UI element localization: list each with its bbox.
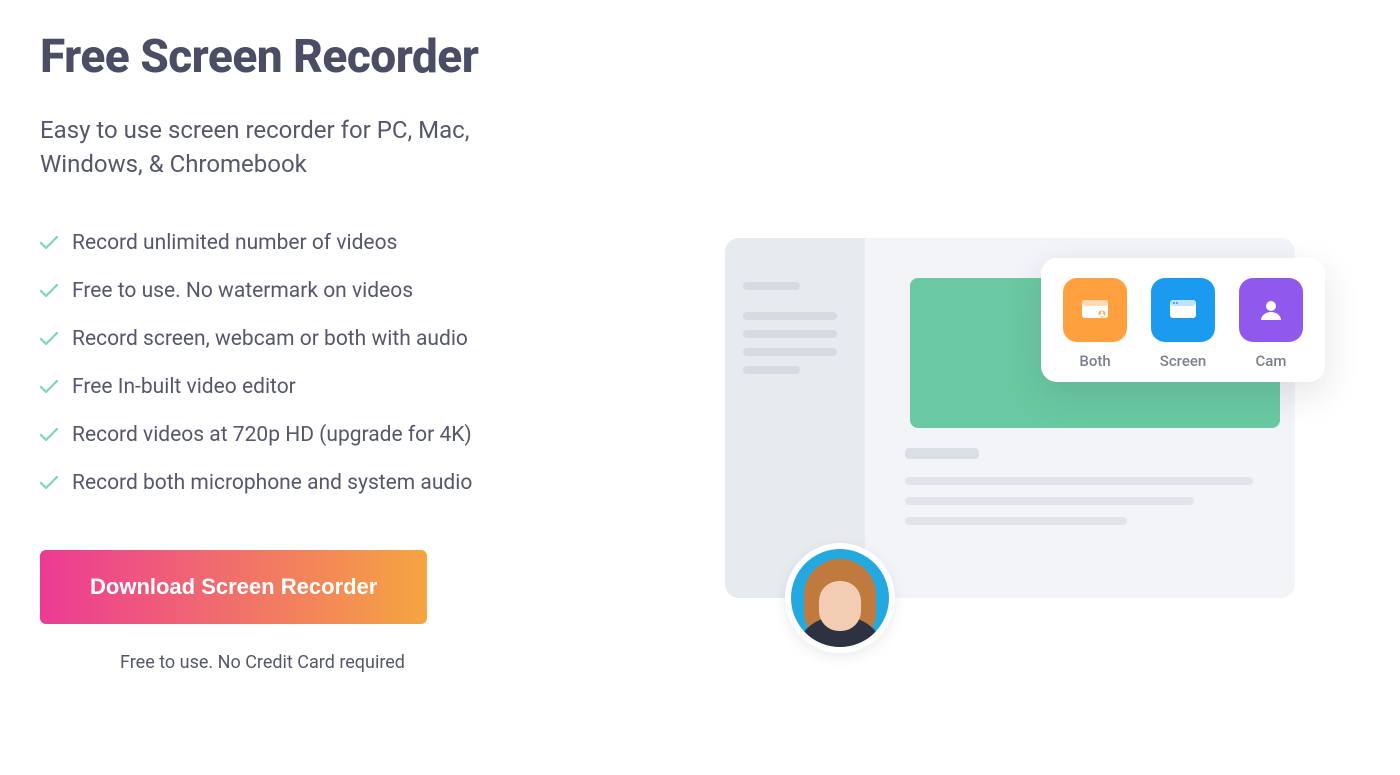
feature-text: Record both microphone and system audio <box>72 471 472 495</box>
placeholder-line <box>905 448 979 459</box>
feature-item: Record both microphone and system audio <box>40 471 660 495</box>
feature-list: Record unlimited number of videos Free t… <box>40 231 660 495</box>
placeholder-text-block <box>905 448 1275 537</box>
mode-label: Screen <box>1160 352 1207 370</box>
webcam-avatar <box>785 543 895 653</box>
placeholder-line <box>905 517 1127 525</box>
check-icon <box>40 236 58 250</box>
feature-text: Free In-built video editor <box>72 375 296 399</box>
left-column: Free Screen Recorder Easy to use screen … <box>40 30 660 745</box>
placeholder-line <box>743 312 837 320</box>
feature-text: Record unlimited number of videos <box>72 231 397 255</box>
placeholder-line <box>905 477 1253 485</box>
check-icon <box>40 284 58 298</box>
screen-icon <box>1151 278 1215 342</box>
feature-item: Free In-built video editor <box>40 375 660 399</box>
feature-item: Record videos at 720p HD (upgrade for 4K… <box>40 423 660 447</box>
both-icon <box>1063 278 1127 342</box>
check-icon <box>40 428 58 442</box>
mode-option-both[interactable]: Both <box>1063 278 1127 370</box>
download-button[interactable]: Download Screen Recorder <box>40 550 427 624</box>
placeholder-line <box>743 366 800 374</box>
page-subtitle: Easy to use screen recorder for PC, Mac,… <box>40 114 540 181</box>
mode-label: Both <box>1079 352 1110 370</box>
mode-option-screen[interactable]: Screen <box>1151 278 1215 370</box>
placeholder-line <box>743 348 837 356</box>
footnote: Free to use. No Credit Card required <box>120 652 660 673</box>
right-column: Both Screen <box>660 30 1360 745</box>
placeholder-line <box>743 282 800 290</box>
feature-text: Record videos at 720p HD (upgrade for 4K… <box>72 423 472 447</box>
feature-item: Record unlimited number of videos <box>40 231 660 255</box>
mode-label: Cam <box>1256 352 1287 370</box>
check-icon <box>40 476 58 490</box>
mode-option-cam[interactable]: Cam <box>1239 278 1303 370</box>
cam-icon <box>1239 278 1303 342</box>
check-icon <box>40 332 58 346</box>
feature-text: Free to use. No watermark on videos <box>72 279 413 303</box>
placeholder-line <box>743 330 837 338</box>
page-title: Free Screen Recorder <box>40 30 660 84</box>
check-icon <box>40 380 58 394</box>
placeholder-line <box>905 497 1194 505</box>
feature-item: Record screen, webcam or both with audio <box>40 327 660 351</box>
feature-item: Free to use. No watermark on videos <box>40 279 660 303</box>
recording-mode-selector: Both Screen <box>1041 258 1325 382</box>
browser-mockup: Both Screen <box>725 238 1295 598</box>
feature-text: Record screen, webcam or both with audio <box>72 327 468 351</box>
